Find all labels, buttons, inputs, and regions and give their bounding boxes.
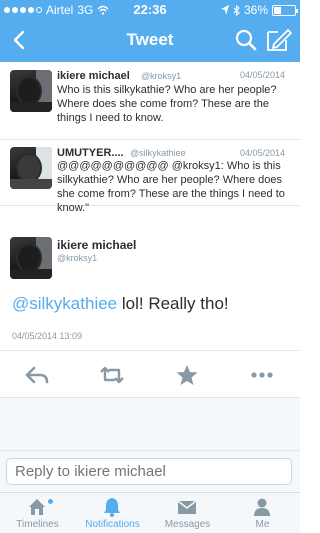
envelope-icon [177,500,197,514]
nav-bar: Tweet [0,20,300,62]
tweet-author-handle: @kroksy1 [141,71,182,81]
new-content-dot [48,499,53,504]
tab-notifications[interactable]: Notifications [75,493,150,533]
reply-input[interactable] [6,458,292,485]
status-bar: Airtel 3G 22:36 36% [0,0,300,20]
tweet-author-name[interactable]: ikiere michael [57,238,136,252]
home-icon [29,499,45,515]
battery-percent: 36% [243,3,268,17]
tweet-text: @silkykathiee lol! Really tho! [12,294,229,314]
battery-icon [272,4,298,16]
tab-label: Me [255,519,270,530]
tweet-body: lol! Really tho! [117,294,229,313]
tab-me[interactable]: Me [225,493,300,533]
more-options-icon[interactable] [249,363,275,387]
favorite-star-icon[interactable] [174,363,200,387]
tab-label: Notifications [85,519,140,530]
tweet-author-name: ikiere michael [57,70,130,82]
tweet-text: Who is this silkykathie? Who are her peo… [57,84,277,124]
tweet-timestamp: 04/05/2014 13:09 [12,331,83,341]
tab-timelines[interactable]: Timelines [0,493,75,533]
bell-icon [104,498,120,517]
tweet-author-handle: @silkykathiee [130,148,186,158]
tweet-author-handle[interactable]: @kroksy1 [57,253,97,263]
search-icon[interactable] [232,26,260,54]
avatar[interactable] [10,70,52,112]
bluetooth-icon [233,4,240,16]
avatar[interactable] [10,147,52,189]
avatar[interactable] [10,237,52,279]
tab-bar: Timelines Notifications Messages Me [0,492,300,533]
location-icon [220,5,229,15]
tweet-actions [0,350,300,398]
tab-label: Messages [164,519,211,530]
tweet-author-name: UMUTYER.... [57,147,124,159]
mention-link[interactable]: @silkykathiee [12,294,117,313]
empty-area [0,398,300,450]
tweet-date: 04/05/2014 [240,70,286,80]
tab-label: Timelines [16,519,59,530]
tab-messages[interactable]: Messages [150,493,225,533]
tweet-item[interactable]: ikiere michael @kroksy1 04/05/2014 Who i… [0,62,300,140]
tweet-item[interactable]: UMUTYER.... @silkykathiee 04/05/2014 @@@… [0,140,300,214]
top-bar: Airtel 3G 22:36 36% Tweet [0,0,300,62]
person-icon [254,498,270,516]
compose-icon[interactable] [264,26,294,54]
reply-icon[interactable] [24,363,50,387]
retweet-icon[interactable] [99,363,125,387]
tweet-text: @@@@@@@@@@ @kroksy1: Who is this silkyka… [57,160,285,214]
tweet-date: 04/05/2014 [240,148,286,158]
